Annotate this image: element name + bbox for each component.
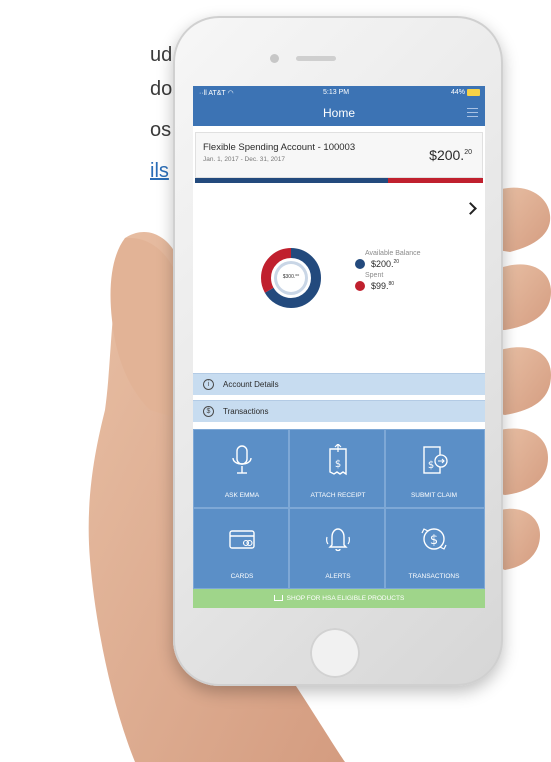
receipt-icon: $ <box>329 444 347 476</box>
bell-icon <box>325 528 351 552</box>
tile-submit-claim[interactable]: $ SUBMIT CLAIM <box>385 429 485 508</box>
page-title: Home <box>322 106 355 120</box>
chevron-right-icon[interactable] <box>464 202 477 215</box>
microphone-icon <box>232 445 252 474</box>
spent-portion <box>388 178 483 183</box>
svg-text:$: $ <box>335 459 341 470</box>
transactions-row[interactable]: $ Transactions <box>193 400 485 422</box>
available-main: $200. <box>371 259 394 269</box>
spent-main: $99. <box>371 281 389 291</box>
account-details-row[interactable]: i Account Details <box>193 373 485 395</box>
svg-text:$: $ <box>430 533 438 548</box>
account-progress-bar <box>195 178 483 183</box>
front-camera <box>270 54 279 63</box>
transactions-cycle-icon: $ <box>421 528 447 550</box>
info-icon: i <box>203 379 214 390</box>
action-tiles: ASK EMMA $ ATTACH RECEIPT $ SUBMIT CLAIM… <box>193 429 485 589</box>
available-portion <box>195 178 388 183</box>
tile-cards-label: CARDS <box>230 573 254 580</box>
account-balance: $200.20 <box>429 147 472 163</box>
spent-title: Spent <box>365 272 384 279</box>
cart-icon <box>273 595 283 601</box>
hamburger-menu-icon[interactable] <box>467 108 478 117</box>
tile-cards[interactable]: CARDS <box>193 508 289 589</box>
shop-hsa-label: SHOP FOR HSA ELIGIBLE PRODUCTS <box>286 595 405 602</box>
spent-dot-icon <box>355 281 365 291</box>
tile-alerts-label: ALERTS <box>325 573 351 580</box>
spent-cents: 80 <box>388 281 395 287</box>
app-screen: ··ll AT&T ◠ 5:13 PM 44% Home Flexible Sp… <box>193 86 485 608</box>
available-dot-icon <box>355 259 365 269</box>
earpiece-speaker <box>296 56 336 61</box>
credit-card-icon <box>229 530 255 549</box>
svg-text:$: $ <box>428 460 434 471</box>
tile-submit-claim-label: SUBMIT CLAIM <box>410 492 458 499</box>
nav-bar: Home <box>193 100 485 126</box>
donut-center-label: $300.⁰⁰ <box>282 274 300 280</box>
available-cents: 20 <box>393 259 400 265</box>
account-details-label: Account Details <box>223 380 279 389</box>
account-balance-cents: 20 <box>464 149 472 156</box>
carrier-signal: ··ll AT&T ◠ <box>199 90 234 97</box>
account-name: Flexible Spending Account - 100003 <box>203 142 356 153</box>
account-balance-main: $200. <box>429 147 465 163</box>
battery-percent: 44% <box>450 89 465 96</box>
tile-transactions-label: TRANSACTIONS <box>408 573 460 580</box>
tile-attach-receipt[interactable]: $ ATTACH RECEIPT <box>289 429 385 508</box>
shop-hsa-banner[interactable]: SHOP FOR HSA ELIGIBLE PRODUCTS <box>193 589 485 608</box>
dollar-icon: $ <box>203 406 214 417</box>
tile-attach-receipt-label: ATTACH RECEIPT <box>310 492 366 499</box>
account-dates: Jan. 1, 2017 - Dec. 31, 2017 <box>203 156 286 163</box>
spent-value: $99.80 <box>371 281 394 291</box>
battery-icon <box>467 89 480 96</box>
tile-ask-emma[interactable]: ASK EMMA <box>193 429 289 508</box>
available-balance-value: $200.20 <box>371 259 399 269</box>
account-card[interactable]: Flexible Spending Account - 100003 Jan. … <box>195 132 483 178</box>
status-time: 5:13 PM <box>323 89 350 96</box>
tile-alerts[interactable]: ALERTS <box>289 508 385 589</box>
balance-legend: Available Balance $200.20 Spent $99.80 <box>355 250 475 291</box>
transactions-label: Transactions <box>223 407 269 416</box>
tile-ask-emma-label: ASK EMMA <box>224 492 260 499</box>
submit-claim-icon: $ <box>423 446 448 474</box>
tile-transactions[interactable]: $ TRANSACTIONS <box>385 508 485 589</box>
available-balance-row: $200.20 <box>355 259 475 269</box>
status-bar: ··ll AT&T ◠ 5:13 PM 44% <box>193 86 485 100</box>
spent-row: $99.80 <box>355 281 475 291</box>
available-balance-title: Available Balance <box>365 250 421 257</box>
home-button[interactable] <box>310 628 360 678</box>
